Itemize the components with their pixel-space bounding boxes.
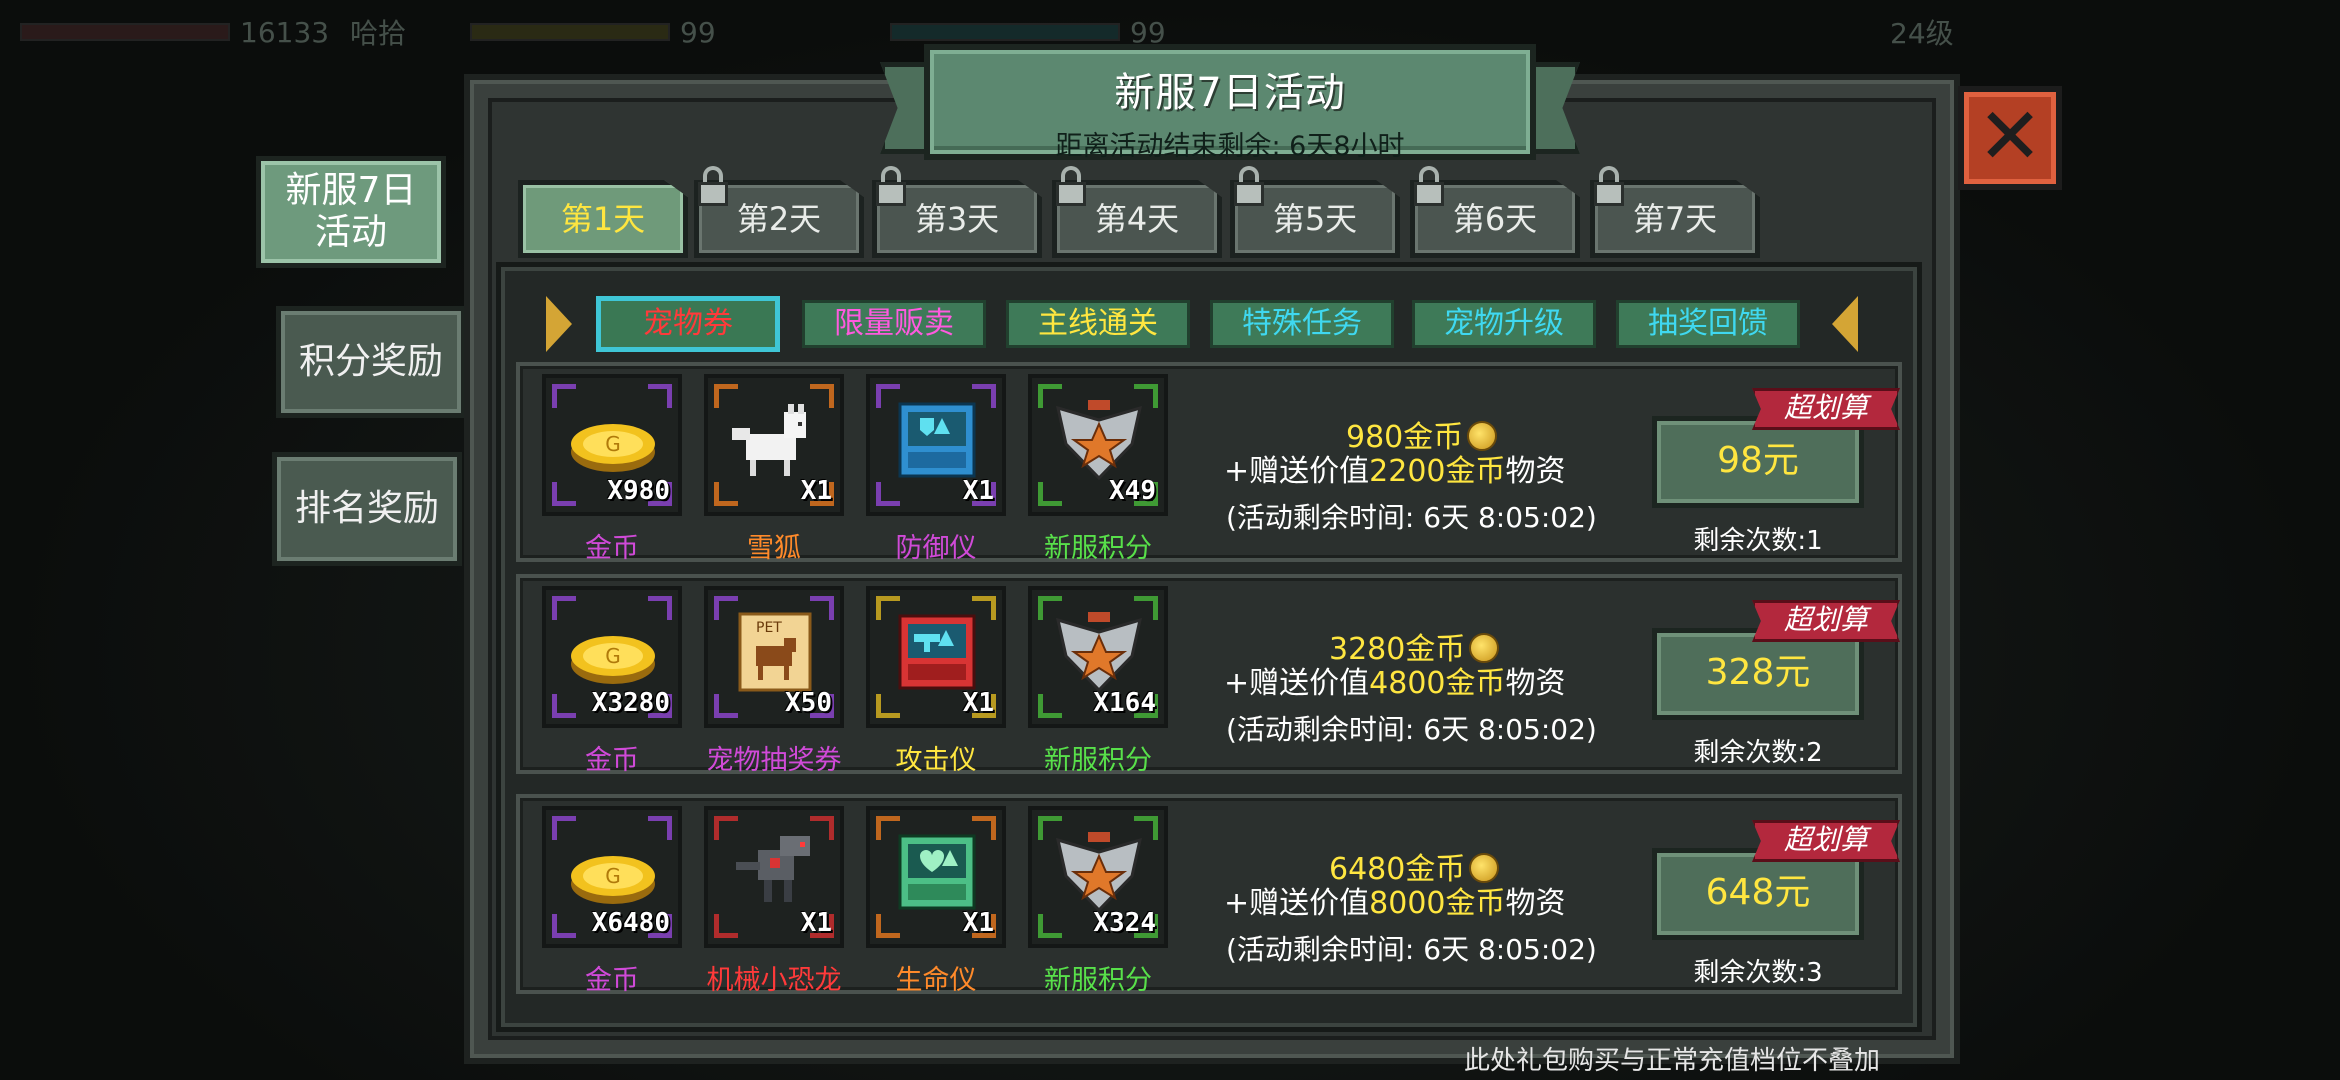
attack-device-icon bbox=[890, 612, 984, 692]
item-quantity: X6480 bbox=[591, 908, 670, 938]
item-name: 机械小恐龙 bbox=[706, 965, 842, 996]
close-button[interactable]: ✕ bbox=[1958, 86, 2062, 190]
player-level: 24级 bbox=[1890, 17, 1954, 50]
arrow-left-icon[interactable] bbox=[1832, 296, 1858, 352]
reward-item-slot[interactable]: G X3280 bbox=[542, 586, 682, 728]
reward-item-slot[interactable]: X164 bbox=[1028, 586, 1168, 728]
item-quantity: X324 bbox=[1093, 908, 1156, 938]
item-quantity: X50 bbox=[785, 688, 832, 718]
game-screen: { "hud": { "hp": "16133", "name": "哈拾", … bbox=[0, 0, 2340, 1080]
item-quantity: X1 bbox=[962, 908, 994, 938]
item-name: 宠物抽奖券 bbox=[706, 745, 842, 776]
side-tab-label: 排名奖励 bbox=[294, 488, 439, 529]
remaining-count: 剩余次数:2 bbox=[1693, 738, 1823, 768]
pet-ticket-icon: PET bbox=[728, 612, 822, 692]
remaining-count: 剩余次数:3 bbox=[1693, 958, 1823, 988]
item-quantity: X49 bbox=[1109, 476, 1156, 506]
item-name: 防御仪 bbox=[895, 533, 977, 564]
reward-item-slot[interactable]: X324 bbox=[1028, 806, 1168, 948]
title-banner: 新服7日活动 距离活动结束剩余: 6天8小时 bbox=[924, 44, 1536, 162]
svg-text:G: G bbox=[605, 644, 621, 668]
offer-bonus-text: +赠送价值8000金币物资 bbox=[1224, 886, 1566, 921]
item-name: 雪狐 bbox=[747, 533, 801, 564]
item-quantity: X1 bbox=[962, 688, 994, 718]
server-points-icon bbox=[1052, 832, 1146, 913]
lock-icon bbox=[698, 166, 728, 206]
category-special-task[interactable]: 特殊任务 bbox=[1210, 300, 1394, 348]
side-tab-new-server-7day[interactable]: 新服7日 活动 bbox=[256, 156, 446, 268]
lock-icon bbox=[1056, 166, 1086, 206]
svg-text:G: G bbox=[605, 432, 621, 456]
item-name: 金币 bbox=[585, 745, 639, 776]
countdown-text: 距离活动结束剩余: 6天8小时 bbox=[1055, 131, 1405, 162]
footer-note: 此处礼包购买与正常充值档位不叠加 bbox=[1464, 1046, 1881, 1076]
mech-dino-icon bbox=[728, 832, 822, 912]
side-tab-label: 新服7日 bbox=[285, 170, 417, 211]
offer-time-remaining: (活动剩余时间: 6天 8:05:02) bbox=[1226, 933, 1597, 966]
close-icon: ✕ bbox=[1977, 92, 2043, 182]
reward-item-slot[interactable]: X1 bbox=[866, 586, 1006, 728]
item-quantity: X1 bbox=[800, 476, 832, 506]
offer-bonus-text: +赠送价值4800金币物资 bbox=[1224, 666, 1566, 701]
item-quantity: X1 bbox=[962, 476, 994, 506]
item-name: 金币 bbox=[585, 965, 639, 996]
reward-item-slot[interactable]: G X980 bbox=[542, 374, 682, 516]
svg-text:G: G bbox=[605, 864, 621, 888]
hp-bar: 16133 bbox=[20, 12, 329, 52]
item-name: 新服积分 bbox=[1044, 745, 1152, 776]
svg-text:PET: PET bbox=[756, 620, 782, 636]
item-name: 新服积分 bbox=[1044, 965, 1152, 996]
offer-bonus-text: +赠送价值2200金币物资 bbox=[1224, 454, 1566, 489]
page-title: 新服7日活动 bbox=[1114, 70, 1346, 116]
item-quantity: X3280 bbox=[591, 688, 670, 718]
reward-item-slot[interactable]: X1 bbox=[866, 374, 1006, 516]
reward-item-slot[interactable]: X49 bbox=[1028, 374, 1168, 516]
reward-item-slot[interactable]: G X6480 bbox=[542, 806, 682, 948]
item-name: 新服积分 bbox=[1044, 533, 1152, 564]
category-pet-upgrade[interactable]: 宠物升级 bbox=[1412, 300, 1596, 348]
item-name: 攻击仪 bbox=[895, 745, 977, 776]
reward-item-slot[interactable]: PET X50 bbox=[704, 586, 844, 728]
offer-time-remaining: (活动剩余时间: 6天 8:05:02) bbox=[1226, 713, 1597, 746]
tab-day-1[interactable]: 第1天 bbox=[518, 180, 688, 258]
lock-icon bbox=[876, 166, 906, 206]
gold-coin-icon: G bbox=[566, 832, 660, 912]
snow-fox-icon bbox=[728, 400, 822, 480]
server-points-icon bbox=[1052, 612, 1146, 693]
gold-coin-icon: G bbox=[566, 400, 660, 480]
value-tag-badge: 超划算 bbox=[1752, 600, 1900, 642]
life-device-icon bbox=[890, 832, 984, 912]
arrow-right-icon[interactable] bbox=[546, 296, 572, 352]
side-tab-label: 积分奖励 bbox=[298, 341, 443, 382]
lock-icon bbox=[1414, 166, 1444, 206]
defense-device-icon bbox=[890, 400, 984, 480]
side-tab-points-reward[interactable]: 积分奖励 bbox=[276, 306, 466, 418]
value-tag-badge: 超划算 bbox=[1752, 820, 1900, 862]
lock-icon bbox=[1234, 166, 1264, 206]
item-name: 金币 bbox=[585, 533, 639, 564]
item-quantity: X164 bbox=[1093, 688, 1156, 718]
category-limited-sale[interactable]: 限量贩卖 bbox=[802, 300, 986, 348]
lock-icon bbox=[1594, 166, 1624, 206]
category-pet-ticket[interactable]: 宠物券 bbox=[596, 296, 780, 352]
category-lottery-feedback[interactable]: 抽奖回馈 bbox=[1616, 300, 1800, 348]
remaining-count: 剩余次数:1 bbox=[1693, 526, 1823, 556]
item-name: 生命仪 bbox=[895, 965, 977, 996]
level-bar: 99 bbox=[470, 12, 716, 52]
gold-coin-icon: G bbox=[566, 612, 660, 692]
reward-item-slot[interactable]: X1 bbox=[704, 374, 844, 516]
item-quantity: X980 bbox=[607, 476, 670, 506]
reward-item-slot[interactable]: X1 bbox=[704, 806, 844, 948]
player-name: 哈拾 bbox=[350, 17, 407, 50]
side-tab-label: 活动 bbox=[314, 212, 387, 253]
category-main-stage[interactable]: 主线通关 bbox=[1006, 300, 1190, 348]
reward-item-slot[interactable]: X1 bbox=[866, 806, 1006, 948]
side-tab-ranking-reward[interactable]: 排名奖励 bbox=[272, 452, 462, 566]
offer-time-remaining: (活动剩余时间: 6天 8:05:02) bbox=[1226, 501, 1597, 534]
item-quantity: X1 bbox=[800, 908, 832, 938]
value-tag-badge: 超划算 bbox=[1752, 388, 1900, 430]
server-points-icon bbox=[1052, 400, 1146, 481]
